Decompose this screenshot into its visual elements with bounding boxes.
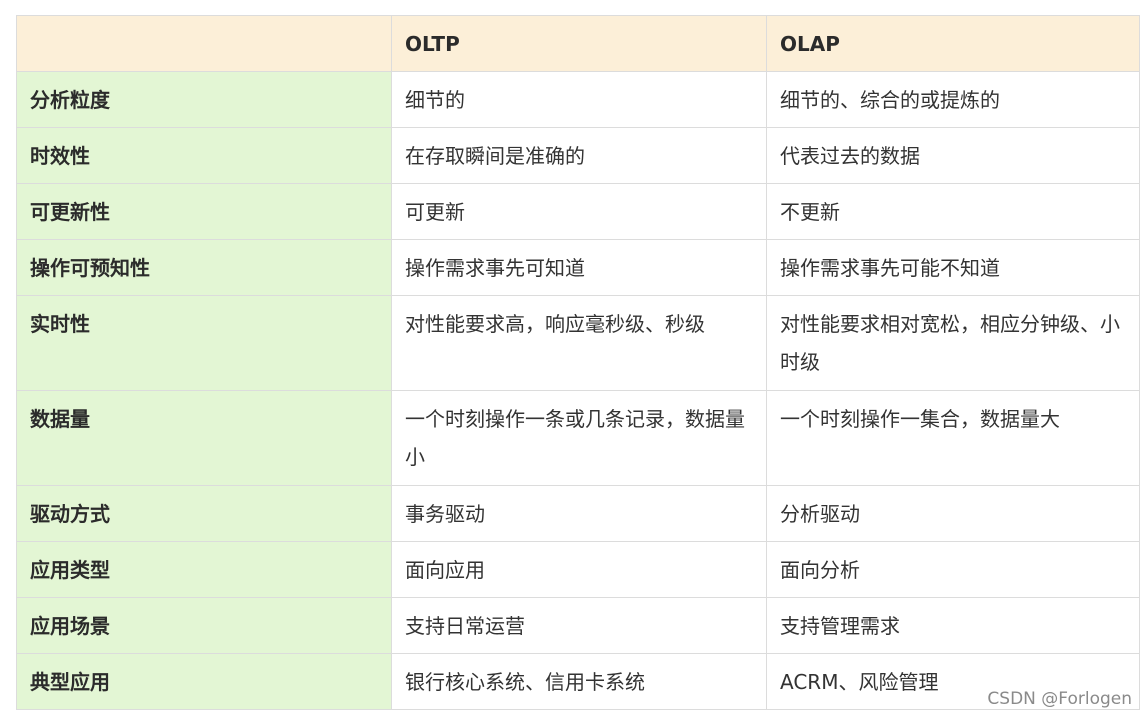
row-key: 应用类型 [16, 541, 392, 598]
table-row: 实时性 对性能要求高，响应毫秒级、秒级 对性能要求相对宽松，相应分钟级、小时级 [16, 295, 1140, 391]
row-key: 数据量 [16, 390, 392, 486]
watermark: CSDN @Forlogen [987, 689, 1132, 709]
row-oltp-value: 银行核心系统、信用卡系统 [391, 653, 767, 710]
table-row: 典型应用 银行核心系统、信用卡系统 ACRM、风险管理 [16, 653, 1140, 710]
row-oltp-value: 操作需求事先可知道 [391, 239, 767, 296]
header-row: OLTP OLAP [16, 15, 1140, 72]
row-key: 分析粒度 [16, 71, 392, 128]
row-oltp-value: 细节的 [391, 71, 767, 128]
row-oltp-value: 对性能要求高，响应毫秒级、秒级 [391, 295, 767, 391]
row-key: 时效性 [16, 127, 392, 184]
row-olap-value: 不更新 [766, 183, 1140, 240]
table-row: 驱动方式 事务驱动 分析驱动 [16, 485, 1140, 542]
row-oltp-value: 一个时刻操作一条或几条记录，数据量小 [391, 390, 767, 486]
row-key: 实时性 [16, 295, 392, 391]
header-cell-olap: OLAP [766, 15, 1140, 72]
row-key: 操作可预知性 [16, 239, 392, 296]
table-row: 操作可预知性 操作需求事先可知道 操作需求事先可能不知道 [16, 239, 1140, 296]
row-oltp-value: 在存取瞬间是准确的 [391, 127, 767, 184]
table-row: 应用类型 面向应用 面向分析 [16, 541, 1140, 598]
row-olap-value: 支持管理需求 [766, 597, 1140, 654]
row-olap-value: 分析驱动 [766, 485, 1140, 542]
comparison-table: OLTP OLAP 分析粒度 细节的 细节的、综合的或提炼的 时效性 在存取瞬间… [16, 15, 1140, 710]
row-oltp-value: 支持日常运营 [391, 597, 767, 654]
header-cell-oltp: OLTP [391, 15, 767, 72]
row-key: 应用场景 [16, 597, 392, 654]
row-oltp-value: 面向应用 [391, 541, 767, 598]
row-key: 驱动方式 [16, 485, 392, 542]
row-olap-value: 细节的、综合的或提炼的 [766, 71, 1140, 128]
table-row: 分析粒度 细节的 细节的、综合的或提炼的 [16, 71, 1140, 128]
page: OLTP OLAP 分析粒度 细节的 细节的、综合的或提炼的 时效性 在存取瞬间… [0, 0, 1146, 718]
row-key: 可更新性 [16, 183, 392, 240]
header-cell-empty [16, 15, 392, 72]
row-oltp-value: 可更新 [391, 183, 767, 240]
table-row: 时效性 在存取瞬间是准确的 代表过去的数据 [16, 127, 1140, 184]
row-olap-value: 对性能要求相对宽松，相应分钟级、小时级 [766, 295, 1140, 391]
row-olap-value: 操作需求事先可能不知道 [766, 239, 1140, 296]
table-row: 可更新性 可更新 不更新 [16, 183, 1140, 240]
row-oltp-value: 事务驱动 [391, 485, 767, 542]
row-olap-value: 一个时刻操作一集合，数据量大 [766, 390, 1140, 486]
row-key: 典型应用 [16, 653, 392, 710]
row-olap-value: 代表过去的数据 [766, 127, 1140, 184]
table-row: 数据量 一个时刻操作一条或几条记录，数据量小 一个时刻操作一集合，数据量大 [16, 390, 1140, 486]
row-olap-value: 面向分析 [766, 541, 1140, 598]
table-row: 应用场景 支持日常运营 支持管理需求 [16, 597, 1140, 654]
